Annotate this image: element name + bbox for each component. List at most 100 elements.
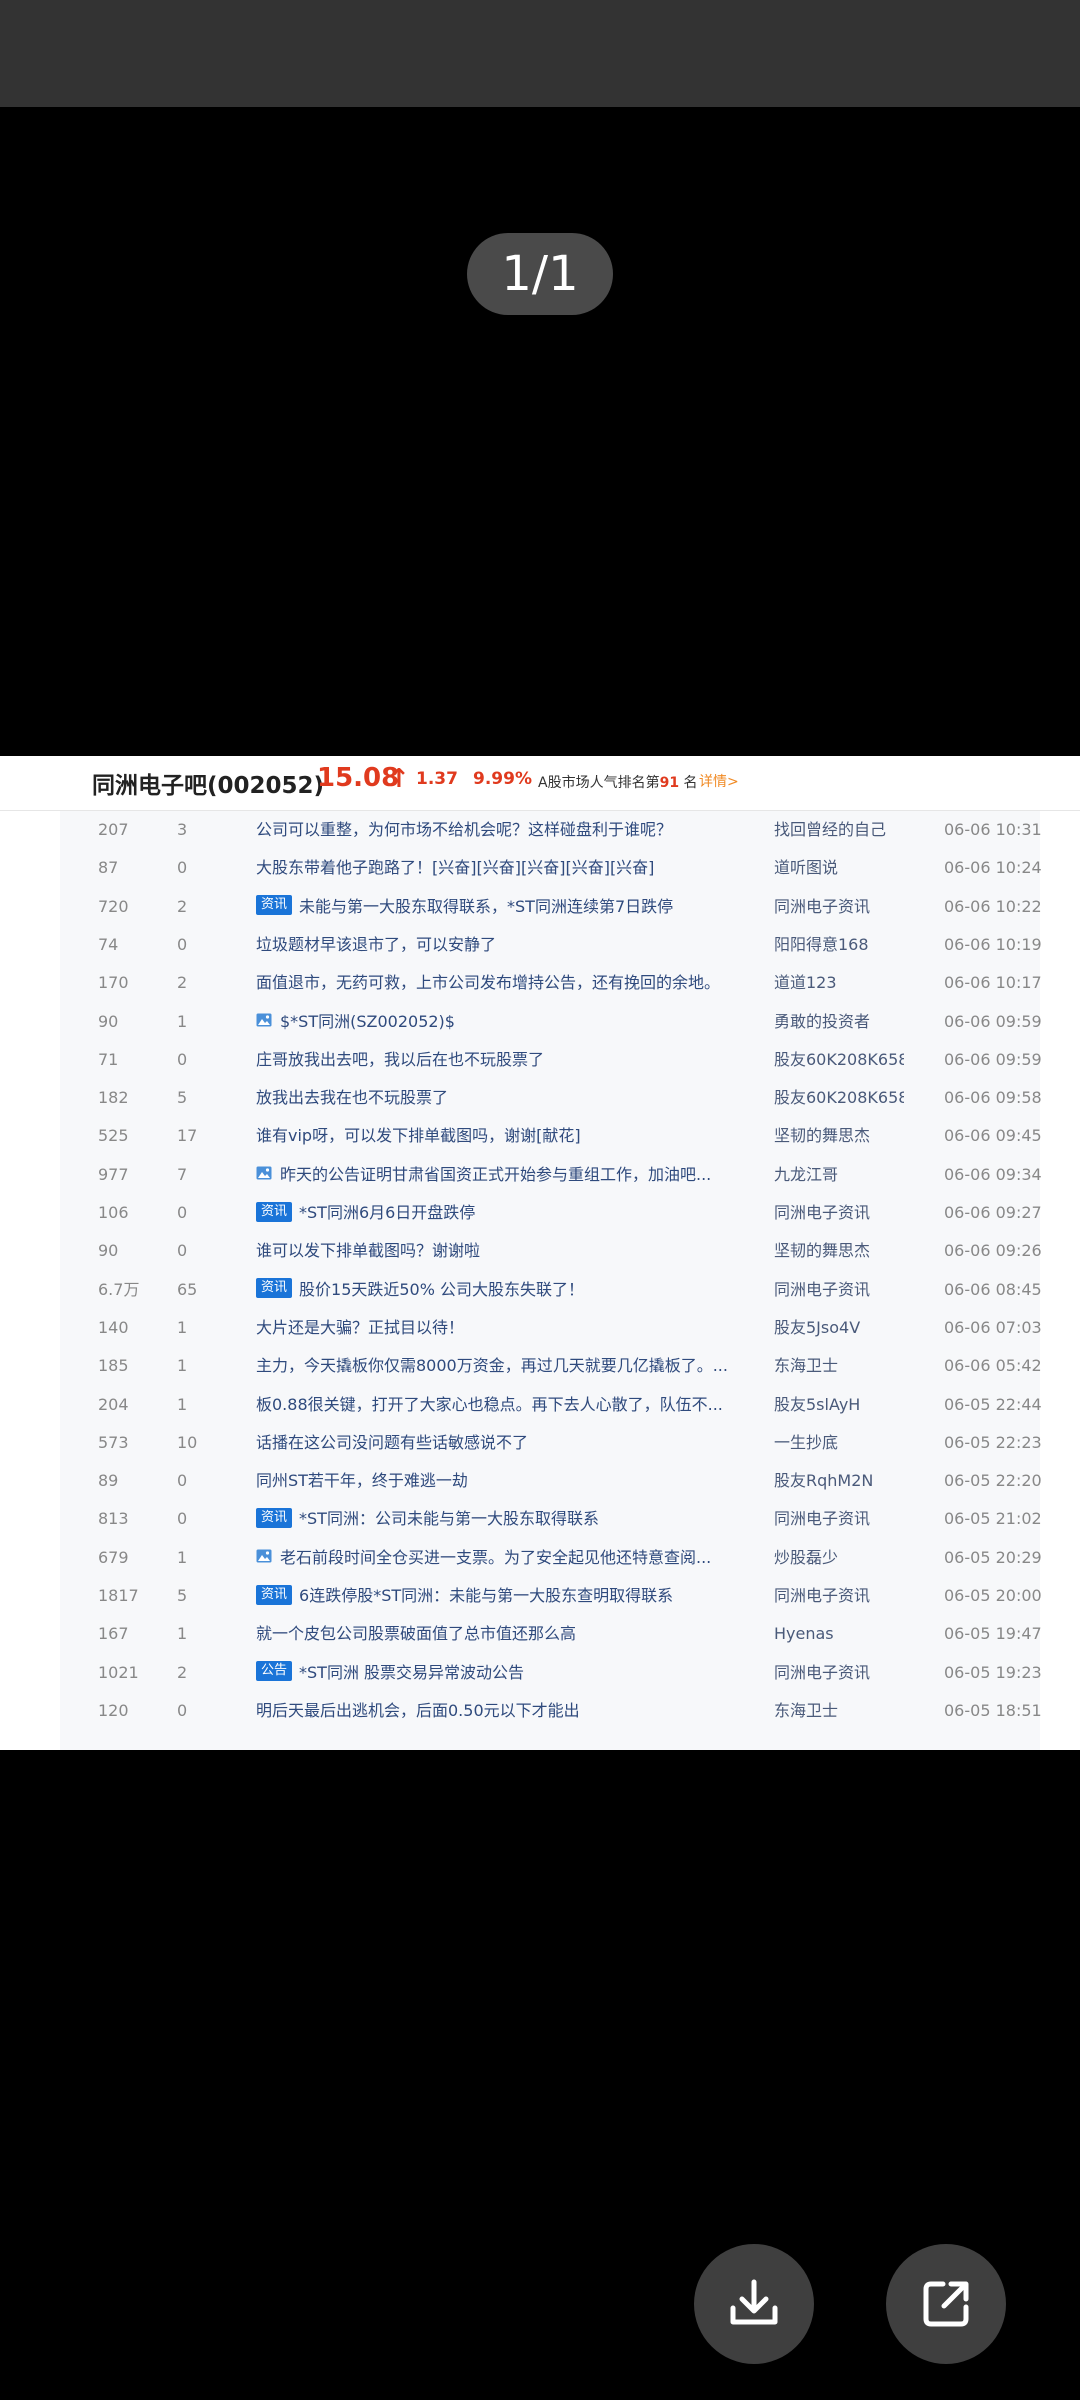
post-title-text: 公司可以重整，为何市场不给机会呢？这样碰盘利于谁呢？ [256,820,673,839]
post-tag: 资讯 [256,1584,293,1605]
post-author-link[interactable]: 同洲电子资讯 [774,1500,904,1538]
post-title-link[interactable]: $*ST同洲(SZ002052)$ [256,1003,746,1041]
post-author-link[interactable]: 一生抄底 [774,1424,904,1462]
post-author-link[interactable]: 股友5Jso4V [774,1309,904,1347]
reply-count: 5 [177,1088,188,1108]
post-title-link[interactable]: 话播在这公司没问题有些话敏感说不了 [256,1424,746,1462]
post-row[interactable]: 207 3 公司可以重整，为何市场不给机会呢？这样碰盘利于谁呢？ 找回曾经的自己 06-… [60,811,1042,849]
post-title-link[interactable]: 资讯 6连跌停股*ST同洲：未能与第一大股东查明取得联系 [256,1577,746,1615]
reply-count: 1 [177,1624,188,1644]
post-row[interactable]: 1817 5 资讯 6连跌停股*ST同洲：未能与第一大股东查明取得联系 同洲电子资讯 06… [60,1577,1042,1615]
post-row[interactable]: 6.7万 65 资讯 股价15天跌近50% 公司大股东失联了！ 同洲电子资讯 06-06 … [60,1271,1042,1309]
post-title-link[interactable]: 就一个皮包公司股票破面值了总市值还那么高 [256,1615,746,1653]
post-author-link[interactable]: 同洲电子资讯 [774,1271,904,1309]
post-title-link[interactable]: 面值退市，无药可救，上市公司发布增持公告，还有挽回的余地。 [256,964,746,1002]
post-author-link[interactable]: 东海卫士 [774,1347,904,1385]
post-row[interactable]: 1021 2 公告 *ST同洲 股票交易异常波动公告 同洲电子资讯 06-05 19:23 [60,1654,1042,1692]
post-tag: 公告 [256,1661,293,1682]
post-row[interactable]: 140 1 大片还是大骗？正拭目以待！ 股友5Jso4V 06-06 07:03 [60,1309,1042,1347]
post-title-link[interactable]: 谁可以发下排单截图吗？谢谢啦 [256,1232,746,1270]
read-count: 185 [98,1356,129,1376]
post-title-link[interactable]: 庄哥放我出去吧，我以后在也不玩股票了 [256,1041,746,1079]
post-row[interactable]: 977 7 昨天的公告证明甘肃省国资正式开始参与重组工作，加油吧... 九龙江哥 06-… [60,1156,1042,1194]
reply-count: 0 [177,1700,188,1720]
download-button[interactable] [694,2244,814,2364]
post-title-link[interactable]: 资讯 *ST同洲6月6日开盘跌停 [256,1194,746,1232]
post-row[interactable]: 74 0 垃圾题材早该退市了，可以安静了 阳阳得意168 06-06 10:19 [60,926,1042,964]
post-author-link[interactable]: 炒股磊少 [774,1539,904,1577]
post-author-link[interactable]: 道道123 [774,964,904,1002]
post-title-text: 股价15天跌近50% 公司大股东失联了！ [299,1279,585,1299]
reply-count: 0 [177,1049,188,1069]
post-author-link[interactable]: 股友5slAyH [774,1386,904,1424]
read-count: 170 [98,973,129,993]
post-author-link[interactable]: 道听图说 [774,849,904,887]
post-row[interactable]: 89 0 同州ST若干年，终于难逃一劫 股友RqhM2N 06-05 22:20 [60,1462,1042,1500]
post-row[interactable]: 90 0 谁可以发下排单截图吗？谢谢啦 坚韧的舞思杰 06-06 09:26 [60,1232,1042,1270]
post-author-link[interactable]: 坚韧的舞思杰 [774,1117,904,1155]
post-title-link[interactable]: 公司可以重整，为何市场不给机会呢？这样碰盘利于谁呢？ [256,811,746,849]
post-author-link[interactable]: 同洲电子资讯 [774,1654,904,1692]
post-row[interactable]: 120 0 明后天最后出逃机会，后面0.50元以下才能出 东海卫士 06-05 18:5… [60,1692,1042,1730]
detail-link[interactable]: 详情> [699,771,739,791]
post-title-link[interactable]: 大股东带着他子跑路了！[兴奋][兴奋][兴奋][兴奋][兴奋] [256,849,746,887]
post-title-link[interactable]: 大片还是大骗？正拭目以待！ [256,1309,746,1347]
post-title-link[interactable]: 放我出去我在也不玩股票了 [256,1079,746,1117]
post-author-link[interactable]: 股友60K208K658 [774,1041,904,1079]
post-row[interactable]: 679 1 老石前段时间全仓买进一支票。为了安全起见他还特意查阅... 炒股磊少 06-… [60,1539,1042,1577]
post-title-link[interactable]: 资讯 未能与第一大股东取得联系，*ST同洲连续第7日跌停 [256,888,746,926]
post-title-link[interactable]: 垃圾题材早该退市了，可以安静了 [256,926,746,964]
post-row[interactable]: 71 0 庄哥放我出去吧，我以后在也不玩股票了 股友60K208K658 06-06 0… [60,1041,1042,1079]
read-count: 1021 [98,1662,139,1682]
share-icon [923,2281,969,2327]
post-row[interactable]: 573 10 话播在这公司没问题有些话敏感说不了 一生抄底 06-05 22:23 [60,1424,1042,1462]
share-button[interactable] [886,2244,1006,2364]
read-count: 90 [98,1241,119,1261]
post-title-link[interactable]: 公告 *ST同洲 股票交易异常波动公告 [256,1654,746,1692]
read-count: 89 [98,1471,119,1491]
post-title-link[interactable]: 资讯 *ST同洲：公司未能与第一大股东取得联系 [256,1500,746,1538]
post-author-link[interactable]: 阳阳得意168 [774,926,904,964]
post-author-link[interactable]: 股友60K208K658 [774,1079,904,1117]
post-title-link[interactable]: 昨天的公告证明甘肃省国资正式开始参与重组工作，加油吧... [256,1156,746,1194]
post-row[interactable]: 170 2 面值退市，无药可救，上市公司发布增持公告，还有挽回的余地。 道道123 06… [60,964,1042,1002]
post-title-link[interactable]: 主力，今天撬板你仅需8000万资金，再过几天就要几亿撬板了。... [256,1347,746,1385]
post-author-link[interactable]: 找回曾经的自己 [774,811,904,849]
post-time: 06-06 09:59 [944,1049,1042,1069]
post-author-link[interactable]: 股友RqhM2N [774,1462,904,1500]
post-author-link[interactable]: Hyenas [774,1615,904,1653]
read-count: 679 [98,1547,129,1567]
post-row[interactable]: 204 1 板0.88很关键，打开了大家心也稳点。再下去人心散了，队伍不... 股友5… [60,1386,1042,1424]
post-author-link[interactable]: 坚韧的舞思杰 [774,1232,904,1270]
post-row[interactable]: 182 5 放我出去我在也不玩股票了 股友60K208K658 06-06 09:58 [60,1079,1042,1117]
post-row[interactable]: 813 0 资讯 *ST同洲：公司未能与第一大股东取得联系 同洲电子资讯 06-05 21… [60,1500,1042,1538]
post-author-link[interactable]: 东海卫士 [774,1692,904,1730]
post-title-text: 垃圾题材早该退市了，可以安静了 [256,934,497,954]
post-row[interactable]: 90 1 $*ST同洲(SZ002052)$ 勇敢的投资者 06-06 09:59 [60,1003,1042,1041]
post-row[interactable]: 185 1 主力，今天撬板你仅需8000万资金，再过几天就要几亿撬板了。... 东海卫… [60,1347,1042,1385]
post-title-link[interactable]: 谁有vip呀，可以发下排单截图吗，谢谢[献花] [256,1117,746,1155]
read-count: 167 [98,1624,129,1644]
post-row[interactable]: 167 1 就一个皮包公司股票破面值了总市值还那么高 Hyenas 06-05 19:4… [60,1615,1042,1653]
post-title-link[interactable]: 板0.88很关键，打开了大家心也稳点。再下去人心散了，队伍不... [256,1386,746,1424]
reply-count: 1 [177,1394,188,1414]
post-row[interactable]: 720 2 资讯 未能与第一大股东取得联系，*ST同洲连续第7日跌停 同洲电子资讯 06-… [60,888,1042,926]
price-up-arrow-icon: ↑ [388,764,410,794]
post-title-link[interactable]: 同州ST若干年，终于难逃一劫 [256,1462,746,1500]
post-row[interactable]: 525 17 谁有vip呀，可以发下排单截图吗，谢谢[献花] 坚韧的舞思杰 06-06 … [60,1117,1042,1155]
post-row[interactable]: 106 0 资讯 *ST同洲6月6日开盘跌停 同洲电子资讯 06-06 09:27 [60,1194,1042,1232]
read-count: 525 [98,1126,129,1146]
read-count: 573 [98,1432,129,1452]
post-row[interactable]: 87 0 大股东带着他子跑路了！[兴奋][兴奋][兴奋][兴奋][兴奋] 道听图说 06… [60,849,1042,887]
post-author-link[interactable]: 同洲电子资讯 [774,1194,904,1232]
post-title-link[interactable]: 明后天最后出逃机会，后面0.50元以下才能出 [256,1692,746,1730]
post-author-link[interactable]: 同洲电子资讯 [774,888,904,926]
read-count: 90 [98,1011,119,1031]
post-title-link[interactable]: 老石前段时间全仓买进一支票。为了安全起见他还特意查阅... [256,1539,746,1577]
post-title-link[interactable]: 资讯 股价15天跌近50% 公司大股东失联了！ [256,1271,746,1309]
post-author-link[interactable]: 九龙江哥 [774,1156,904,1194]
post-time: 06-05 20:00 [944,1586,1042,1605]
post-author-link[interactable]: 勇敢的投资者 [774,1003,904,1041]
post-author-link[interactable]: 同洲电子资讯 [774,1577,904,1615]
post-title-text: 就一个皮包公司股票破面值了总市值还那么高 [256,1624,577,1644]
